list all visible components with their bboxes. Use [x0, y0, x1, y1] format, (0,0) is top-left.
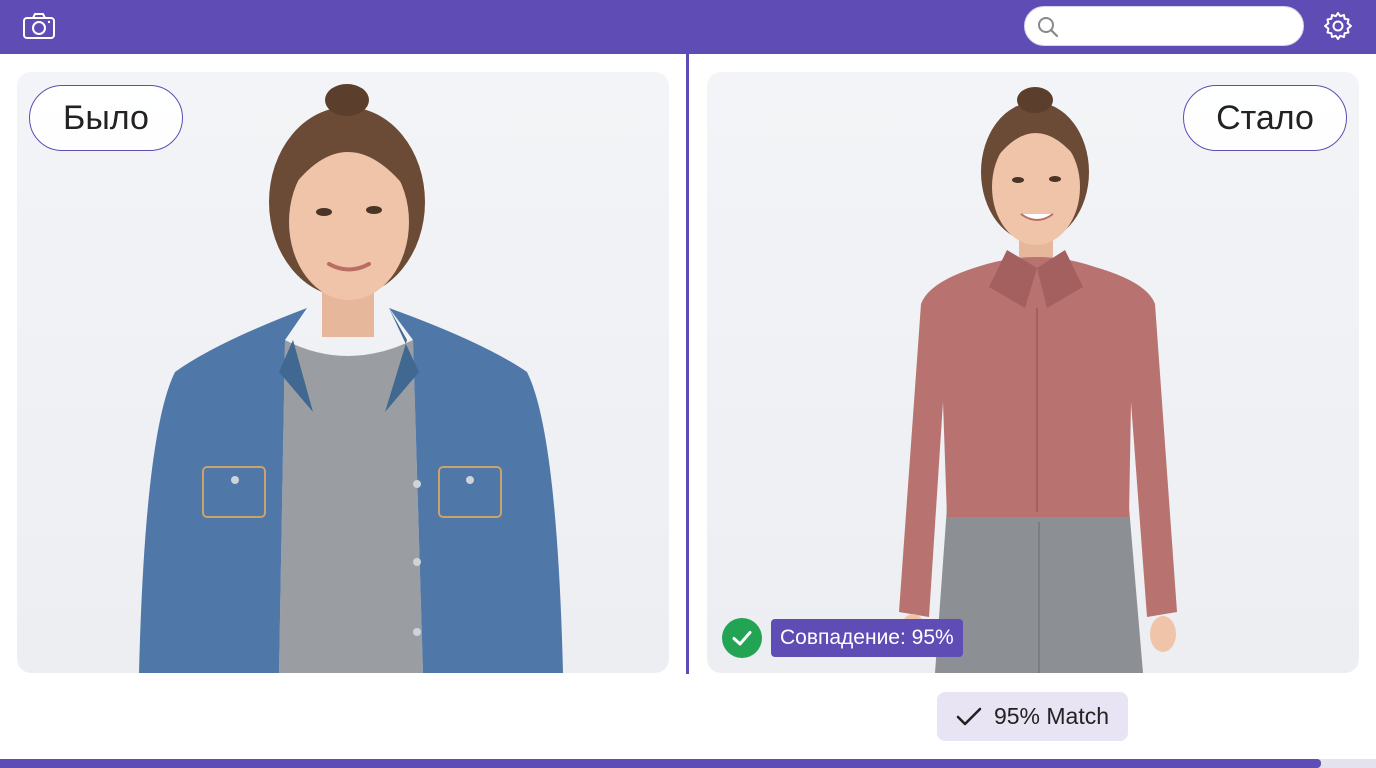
- progress-fill: [0, 759, 1321, 768]
- before-photo: [139, 84, 563, 673]
- match-button[interactable]: 95% Match: [937, 692, 1128, 741]
- before-label[interactable]: Было: [29, 85, 183, 151]
- gear-icon[interactable]: [1323, 11, 1353, 41]
- camera-icon[interactable]: [22, 12, 56, 40]
- after-photo: [899, 87, 1177, 673]
- search-icon: [1038, 17, 1059, 38]
- search-box[interactable]: [1024, 6, 1304, 46]
- before-photo-panel: [17, 72, 669, 673]
- check-icon: [732, 631, 752, 646]
- top-bar: [0, 0, 1376, 54]
- after-label[interactable]: Стало: [1183, 85, 1347, 151]
- progress-bar: [0, 759, 1376, 768]
- check-circle-icon: [722, 618, 762, 658]
- search-input[interactable]: [1069, 13, 1293, 41]
- match-badge: Совпадение: 95%: [771, 619, 963, 657]
- match-button-label: 95% Match: [993, 703, 1110, 729]
- after-photo-panel: [707, 72, 1359, 673]
- check-icon: [956, 707, 982, 725]
- split-divider-handle[interactable]: [686, 54, 689, 674]
